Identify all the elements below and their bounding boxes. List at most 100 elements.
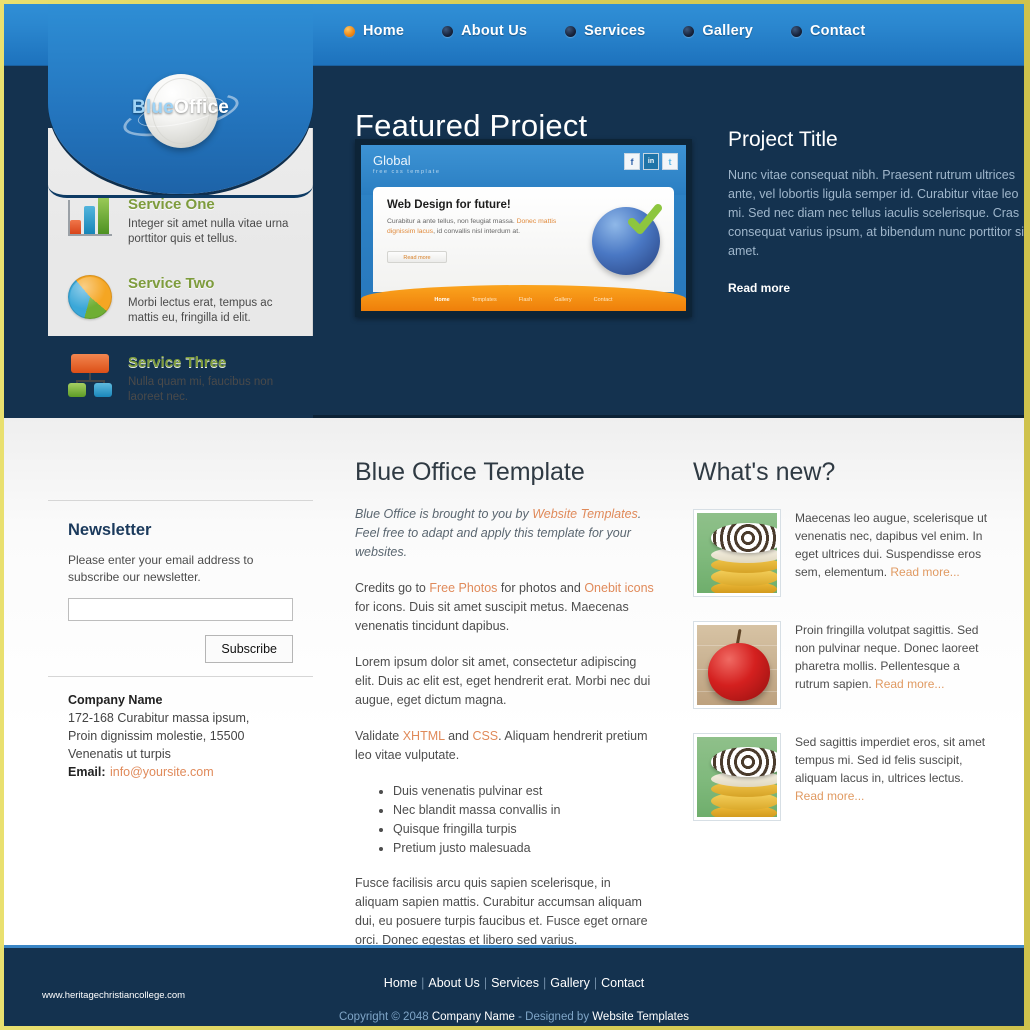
red-apple-photo xyxy=(697,625,777,705)
footer-nav-item-services[interactable]: Services xyxy=(491,976,539,990)
onebit-icons-link[interactable]: Onebit icons xyxy=(584,581,653,595)
nav-item-gallery[interactable]: Gallery xyxy=(683,23,753,39)
check-mark-icon xyxy=(628,204,662,234)
linkedin-icon: in xyxy=(643,153,659,170)
site-footer: www.heritagechristiancollege.com Home | Ab… xyxy=(4,945,1024,1026)
xhtml-link[interactable]: XHTML xyxy=(403,729,445,743)
nav-item-about-us[interactable]: About Us xyxy=(442,23,527,39)
stacked-plates-photo xyxy=(697,513,777,593)
pie-chart-icon xyxy=(68,273,114,321)
screenshot-nav: Home Templates Flash Gallery Contact xyxy=(361,285,686,311)
credits-mid: for photos and xyxy=(497,581,585,595)
footer-nav-separator: | xyxy=(593,976,598,990)
service-body: Service One Integer sit amet nulla vitae … xyxy=(128,194,295,247)
twitter-icon: t xyxy=(662,153,678,170)
service-title: Service Three xyxy=(128,354,227,371)
footer-url: www.heritagechristiancollege.com xyxy=(42,990,186,1001)
nav-bullet-icon xyxy=(683,25,695,37)
about-bullet-item: Duis venenatis pulvinar est xyxy=(393,782,655,800)
news-item[interactable]: Proin fringilla volutpat sagittis. Sed n… xyxy=(693,621,993,709)
logo-text-first: Blue xyxy=(131,97,174,118)
nav-bullet-icon xyxy=(565,25,577,37)
free-photos-link[interactable]: Free Photos xyxy=(429,581,497,595)
nav-item-label: About Us xyxy=(461,23,528,39)
newsletter-panel: Newsletter Please enter your email addre… xyxy=(48,500,313,679)
news-read-more-link[interactable]: Read more... xyxy=(890,565,959,579)
news-thumbnail[interactable] xyxy=(693,733,781,821)
css-link[interactable]: CSS xyxy=(472,729,498,743)
news-read-more-link[interactable]: Read more... xyxy=(795,789,864,803)
nav-bullet-icon xyxy=(442,25,454,37)
main-navigation[interactable]: Home About Us Services Gallery Contact xyxy=(344,23,865,39)
news-text: Maecenas leo augue, scelerisque ut venen… xyxy=(795,509,993,597)
content-columns: Blue Office Template Blue Office is brou… xyxy=(313,418,1024,947)
about-credits: Credits go to Free Photos for photos and… xyxy=(355,579,655,636)
newsletter-heading: Newsletter xyxy=(68,521,152,539)
news-read-more-link[interactable]: Read more... xyxy=(875,677,944,691)
whats-new-column: What's new? Maecenas leo augue, sceleris… xyxy=(693,458,993,845)
screenshot-social-icons: f in t xyxy=(624,153,678,170)
nav-item-home[interactable]: Home xyxy=(344,23,404,39)
screenshot-brand-name: Global xyxy=(373,153,411,168)
footer-nav-item-home[interactable]: Home xyxy=(384,976,417,990)
about-bullet-item: Pretium justo malesuada xyxy=(393,839,655,857)
news-text: Proin fringilla volutpat sagittis. Sed n… xyxy=(795,621,993,709)
nav-item-label: Home xyxy=(363,23,405,39)
newsletter-email-input[interactable] xyxy=(68,598,293,621)
footer-navigation[interactable]: Home | About Us | Services | Gallery | Contact xyxy=(4,976,1024,990)
screenshot-brand-sub: free css template xyxy=(373,169,441,175)
company-email-row: Email: info@yoursite.com xyxy=(68,763,293,781)
project-summary: Project Title Nunc vitae consequat nibh.… xyxy=(728,128,1024,297)
subscribe-button[interactable]: Subscribe xyxy=(205,635,293,663)
logo-text: BlueOffice xyxy=(48,97,313,119)
about-bullet-list: Duis venenatis pulvinar estNec blandit m… xyxy=(355,782,655,857)
screenshot-body: Curabitur a ante tellus, non feugiat mas… xyxy=(387,217,567,236)
service-body: Service Two Morbi lectus erat, tempus ac … xyxy=(128,273,295,326)
footer-nav-item-about-us[interactable]: About Us xyxy=(428,976,479,990)
project-read-more-link[interactable]: Read more xyxy=(728,281,790,295)
featured-project-screenshot[interactable]: Global free css template f in t Web Desi… xyxy=(355,139,692,317)
footer-nav-separator: | xyxy=(421,976,425,990)
nav-item-contact[interactable]: Contact xyxy=(790,23,866,39)
screenshot-brand: Global free css template xyxy=(373,153,440,175)
website-templates-link[interactable]: Website Templates xyxy=(532,507,638,521)
news-list: Maecenas leo augue, scelerisque ut venen… xyxy=(693,509,993,821)
nav-item-label: Contact xyxy=(809,23,866,39)
screenshot-nav-item: Home xyxy=(434,297,450,303)
screenshot-nav-item: Templates xyxy=(471,297,497,303)
credits-before: Credits go to xyxy=(355,581,430,595)
footer-copyright: Copyright © 2048 Company Name - Designed… xyxy=(4,1011,1024,1023)
validate-mid: and xyxy=(444,729,473,743)
service-item[interactable]: Service One Integer sit amet nulla vitae … xyxy=(68,194,295,247)
whats-new-heading: What's new? xyxy=(693,458,836,486)
news-thumbnail[interactable] xyxy=(693,509,781,597)
footer-nav-item-contact[interactable]: Contact xyxy=(601,976,644,990)
service-description: Nulla quam mi, faucibus non laoreet nec. xyxy=(128,376,274,403)
screenshot-nav-item: Contact xyxy=(593,297,613,303)
news-item[interactable]: Maecenas leo augue, scelerisque ut venen… xyxy=(693,509,993,597)
credits-after: for icons. Duis sit amet suscipit metus.… xyxy=(355,600,629,633)
footer-nav-item-gallery[interactable]: Gallery xyxy=(550,976,590,990)
hero-content: Featured Project Global free css templat… xyxy=(313,66,1024,418)
service-item[interactable]: Service Two Morbi lectus erat, tempus ac … xyxy=(68,273,295,326)
company-email-value[interactable]: info@yoursite.com xyxy=(110,765,214,779)
page-inner: Home About Us Services Gallery Contact Featu… xyxy=(4,4,1024,1026)
about-heading: Blue Office Template xyxy=(355,458,585,486)
service-item[interactable]: Service Three Nulla quam mi, faucibus non… xyxy=(68,352,295,405)
logo-dome[interactable]: BlueOffice xyxy=(48,4,313,198)
about-intro-before: Blue Office is brought to you by xyxy=(355,507,533,521)
company-address-line-2: Proin dignissim molestie, 15500 xyxy=(68,729,245,743)
nav-item-services[interactable]: Services xyxy=(565,23,645,39)
screenshot-nav-item: Gallery xyxy=(554,297,572,303)
screenshot-inner: Global free css template f in t Web Desi… xyxy=(361,145,686,311)
project-title: Project Title xyxy=(728,128,838,151)
validate-before: Validate xyxy=(355,729,403,743)
service-title: Service Two xyxy=(128,275,215,292)
service-description: Morbi lectus erat, tempus ac mattis eu, … xyxy=(128,297,273,324)
news-item[interactable]: Sed sagittis imperdiet eros, sit amet te… xyxy=(693,733,993,821)
facebook-icon: f xyxy=(624,153,640,170)
designed-by-link[interactable]: Website Templates xyxy=(592,1011,689,1023)
company-address-line-1: 172-168 Curabitur massa ipsum, xyxy=(68,711,250,725)
nav-item-label: Gallery xyxy=(702,23,753,39)
news-thumbnail[interactable] xyxy=(693,621,781,709)
